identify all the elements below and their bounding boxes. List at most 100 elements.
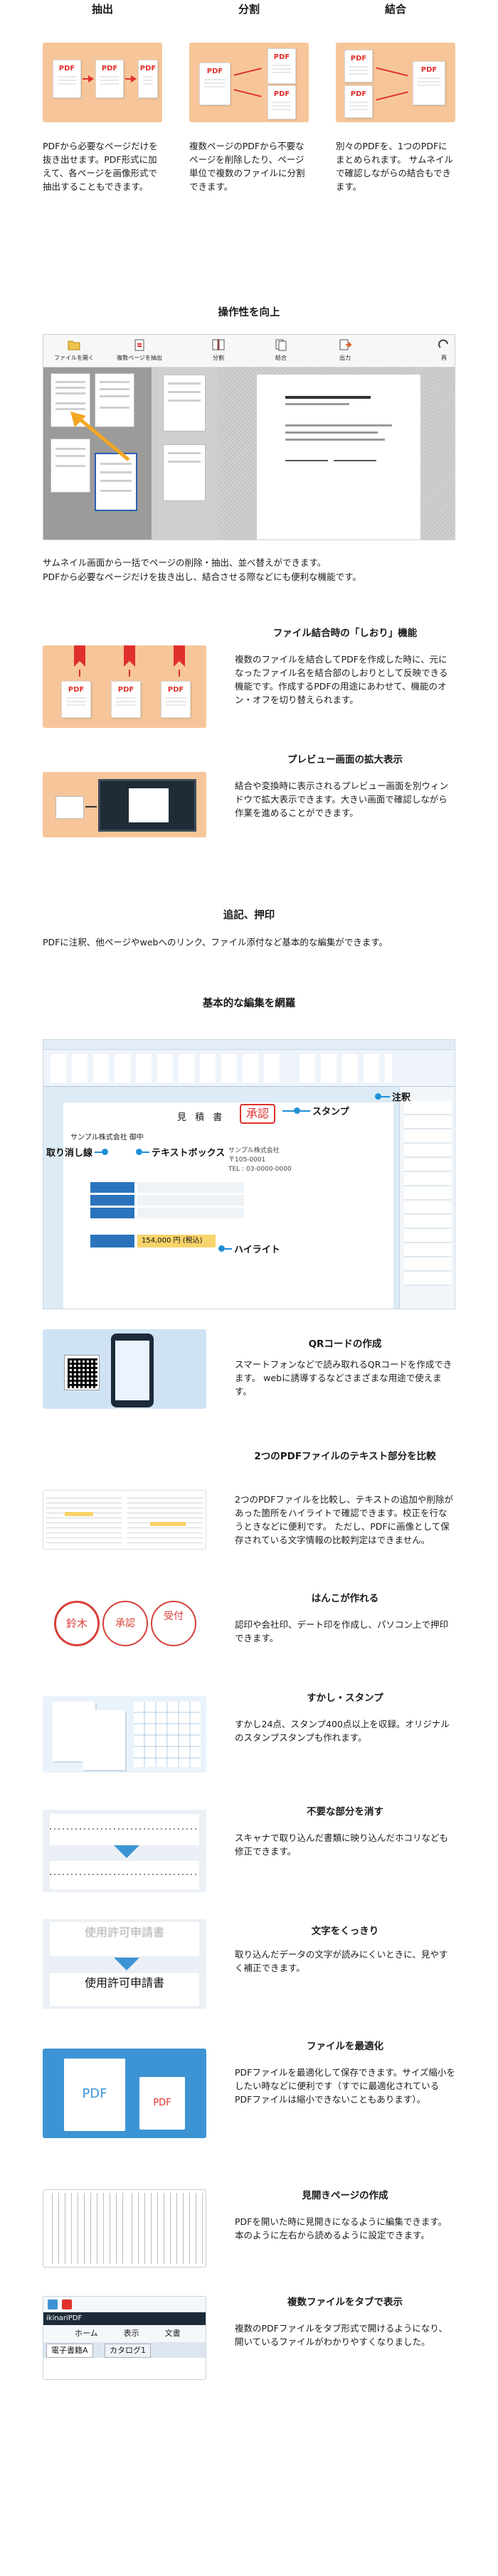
pdf-doc-icon: PDF <box>199 63 231 105</box>
page-list <box>152 367 217 540</box>
feature-spread: 見開きページの作成 PDFを開いた時に見開きになるように編集できます。本のように… <box>43 2189 455 2296</box>
date-seal-icon: 受付 <box>151 1601 196 1646</box>
pdf-doc-icon: PDF <box>344 50 373 82</box>
feature-erase: 不要な部分を消す スキャナで取り込んだ書類に映り込んだホコリなども修正できます。 <box>43 1805 455 1912</box>
feature-description: 2つのPDFファイルを比較し、テキストの追加や削除があった箇所をハイライトで確認… <box>235 1494 453 1545</box>
feature-title: 2つのPDFファイルのテキスト部分を比較 <box>254 1451 436 1462</box>
feature-description: 別々のPDFを、1つのPDFにまとめられます。 サムネイルで確認しながらの結合も… <box>336 141 453 192</box>
feature-description: スキャナで取り込んだ書類に映り込んだホコリなども修正できます。 <box>235 1832 449 1857</box>
extract-pages-button[interactable]: 複数ページを抽出 <box>110 338 169 362</box>
tab-document[interactable]: 文書 <box>165 2325 181 2342</box>
feature-title: はんこが作れる <box>311 1593 379 1604</box>
output-icon <box>339 339 352 350</box>
preview-illustration <box>43 772 206 837</box>
feature-sharpen: 使用許可申請書 使用許可申請書 文字をくっきり 取り込んだデータの文字が読みにく… <box>43 1919 455 2026</box>
feature-description: 取り込んだデータの文字が読みにくいときに、見やすく補正できます。 <box>235 1949 448 1973</box>
section-title-annotate: 追記、押印 <box>223 910 275 921</box>
feature-title: プレビュー画面の拡大表示 <box>287 754 403 766</box>
pdf-doc-icon: PDF <box>53 60 81 98</box>
edit-screenshot: 見 積 書 サンプル株式会社 御中 承認 サンプル株式会社 〒105-0001 … <box>43 1039 455 1309</box>
pdf-doc-icon: PDF <box>161 681 191 718</box>
redo-button[interactable]: 再 <box>433 338 455 362</box>
split-icon <box>212 339 225 350</box>
callout-textbox: テキストボックス <box>136 1145 225 1159</box>
feature-description: PDFを開いた時に見開きになるように編集できます。本のように左右から読めるように… <box>235 2216 447 2240</box>
pdf-doc-icon: PDF <box>95 60 124 98</box>
edit-ribbon <box>43 1040 455 1087</box>
feature-watermark: すかし・スタンプ すかし24点、スタンプ400点以上を収録。オリジナルのスタンプ… <box>43 1692 455 1798</box>
feature-title: QRコードの作成 <box>308 1338 382 1350</box>
issuer-info: サンプル株式会社 〒105-0001 TEL : 03-0000-0000 <box>228 1147 292 1173</box>
feature-title: 見開きページの作成 <box>302 2190 388 2201</box>
feature-tabs: ikinariPDF ホーム 表示 文書 電子書籍A カタログ1 複数ファイルを… <box>43 2296 455 2395</box>
split-button[interactable]: 分割 <box>204 338 233 362</box>
pdf-doc-icon: PDF <box>138 60 158 98</box>
feature-title: ファイルを最適化 <box>307 2041 383 2052</box>
open-file-button[interactable]: ファイルを開く <box>49 338 99 362</box>
seal-icon: 鈴木 <box>54 1601 100 1646</box>
feature-title: ファイル結合時の「しおり」機能 <box>272 628 418 639</box>
tabs-illustration: ikinariPDF ホーム 表示 文書 電子書籍A カタログ1 <box>43 2296 206 2380</box>
page-thumbnail[interactable] <box>163 375 206 431</box>
merge-icon <box>275 339 287 351</box>
callout-strike: 取り消し線 <box>46 1145 109 1159</box>
merge-button[interactable]: 結合 <box>267 338 295 362</box>
merge-illustration: PDF PDF PDF <box>336 43 455 122</box>
folder-icon <box>68 340 80 350</box>
pdf-doc-icon: PDF <box>413 61 445 105</box>
feature-description: スマートフォンなどで読み取れるQRコードを作成できます。 webに誘導するなどさ… <box>235 1359 452 1397</box>
drag-arrow-icon <box>70 412 130 461</box>
feature-optimize: PDF PDF ファイルを最適化 PDFファイルを最適化して保存できます。サイズ… <box>43 2040 455 2147</box>
pdf-file-small-icon: PDF <box>139 2077 185 2130</box>
page-thumbnail[interactable] <box>163 444 206 501</box>
feature-description: 複数のファイルを結合してPDFを作成した時に、元になったファイル名を結合部のしお… <box>235 654 448 705</box>
qr-code-icon <box>64 1355 100 1390</box>
pdf-doc-icon: PDF <box>267 85 296 119</box>
feature-description: すかし24点、スタンプ400点以上を収録。オリジナルのスタンプスタンプも作れます… <box>235 1719 450 1743</box>
output-button[interactable]: 出力 <box>331 338 359 362</box>
callout-highlight: ハイライト <box>218 1242 280 1255</box>
seal-illustration: 鈴木 承認 受付 <box>43 1592 206 1656</box>
feature-title: すかし・スタンプ <box>307 1692 383 1704</box>
document-tabs: 電子書籍A カタログ1 <box>43 2342 206 2358</box>
feature-compare: 2つのPDFファイルのテキスト部分を比較 2つのPDFファイルを比較し、テキスト… <box>43 1450 455 1557</box>
split-illustration: PDF PDF PDF <box>189 43 309 122</box>
thumbnail-panel <box>43 367 152 540</box>
operability-description: サムネイル画面から一括でページの削除・抽出、並べ替えができます。 PDFから必要… <box>43 557 361 582</box>
save-icon <box>48 2299 58 2309</box>
feature-title: 分割 <box>238 3 260 16</box>
tab-home[interactable]: ホーム <box>75 2325 98 2342</box>
bookmark-ribbon-icon <box>74 645 185 677</box>
pdf-doc-icon: PDF <box>111 681 141 718</box>
document-tab-active[interactable]: 電子書籍A <box>46 2344 93 2358</box>
amount-highlight[interactable]: 154,000 円 (税込) <box>137 1235 216 1247</box>
feature-description: PDFファイルを最適化して保存できます。サイズ縮小をしたい時などに便利です（すで… <box>235 2067 455 2105</box>
estimate-document: 見 積 書 サンプル株式会社 御中 承認 サンプル株式会社 〒105-0001 … <box>63 1102 393 1309</box>
down-arrow-icon <box>114 1845 139 1858</box>
erase-illustration <box>43 1810 206 1892</box>
feature-title: 複数ファイルをタブで表示 <box>287 2297 403 2308</box>
feature-extract: 抽出 PDF PDF PDF PDFから必要なページだけを抜き出せます。PDF形… <box>43 0 162 193</box>
feature-preview: プレビュー画面の拡大表示 結合や変換時に表示されるプレビュー画面を別ウィンドウで… <box>43 753 455 860</box>
feature-description: 複数のPDFファイルをタブ形式で開けるようになり、開いているファイルがわかりやす… <box>235 2323 447 2347</box>
bookmark-illustration: PDF PDF PDF <box>43 645 206 728</box>
feature-title: 抽出 <box>91 3 113 16</box>
down-arrow-icon <box>114 1958 139 1970</box>
feature-title: 結合 <box>384 3 406 16</box>
document-tab[interactable]: カタログ1 <box>105 2344 151 2358</box>
callout-stamp: スタンプ <box>282 1104 349 1117</box>
pdf-file-icon: PDF <box>64 2059 125 2131</box>
approval-stamp[interactable]: 承認 <box>240 1104 275 1124</box>
document-page <box>257 375 420 540</box>
tab-view[interactable]: 表示 <box>124 2325 139 2342</box>
ribbon-tabs: ホーム 表示 文書 <box>43 2325 206 2342</box>
annotation-list <box>399 1087 455 1309</box>
compare-illustration <box>43 1490 206 1550</box>
section-title-basic-edit: 基本的な編集を網羅 <box>202 998 296 1009</box>
app-toolbar: ファイルを開く 複数ページを抽出 分割 結合 出力 再 <box>43 335 455 367</box>
optimize-illustration: PDF PDF <box>43 2049 206 2138</box>
feature-description: 認印や会社印、デート印を作成し、パソコン上で押印できます。 <box>235 1619 449 1643</box>
top-features: 抽出 PDF PDF PDF PDFから必要なページだけを抜き出せます。PDF形… <box>43 0 455 193</box>
thumbnail-screenshot: ファイルを開く 複数ページを抽出 分割 結合 出力 再 <box>43 334 455 540</box>
feature-seal: 鈴木 承認 受付 はんこが作れる 認印や会社印、デート印を作成し、パソコン上で押… <box>43 1592 455 1699</box>
